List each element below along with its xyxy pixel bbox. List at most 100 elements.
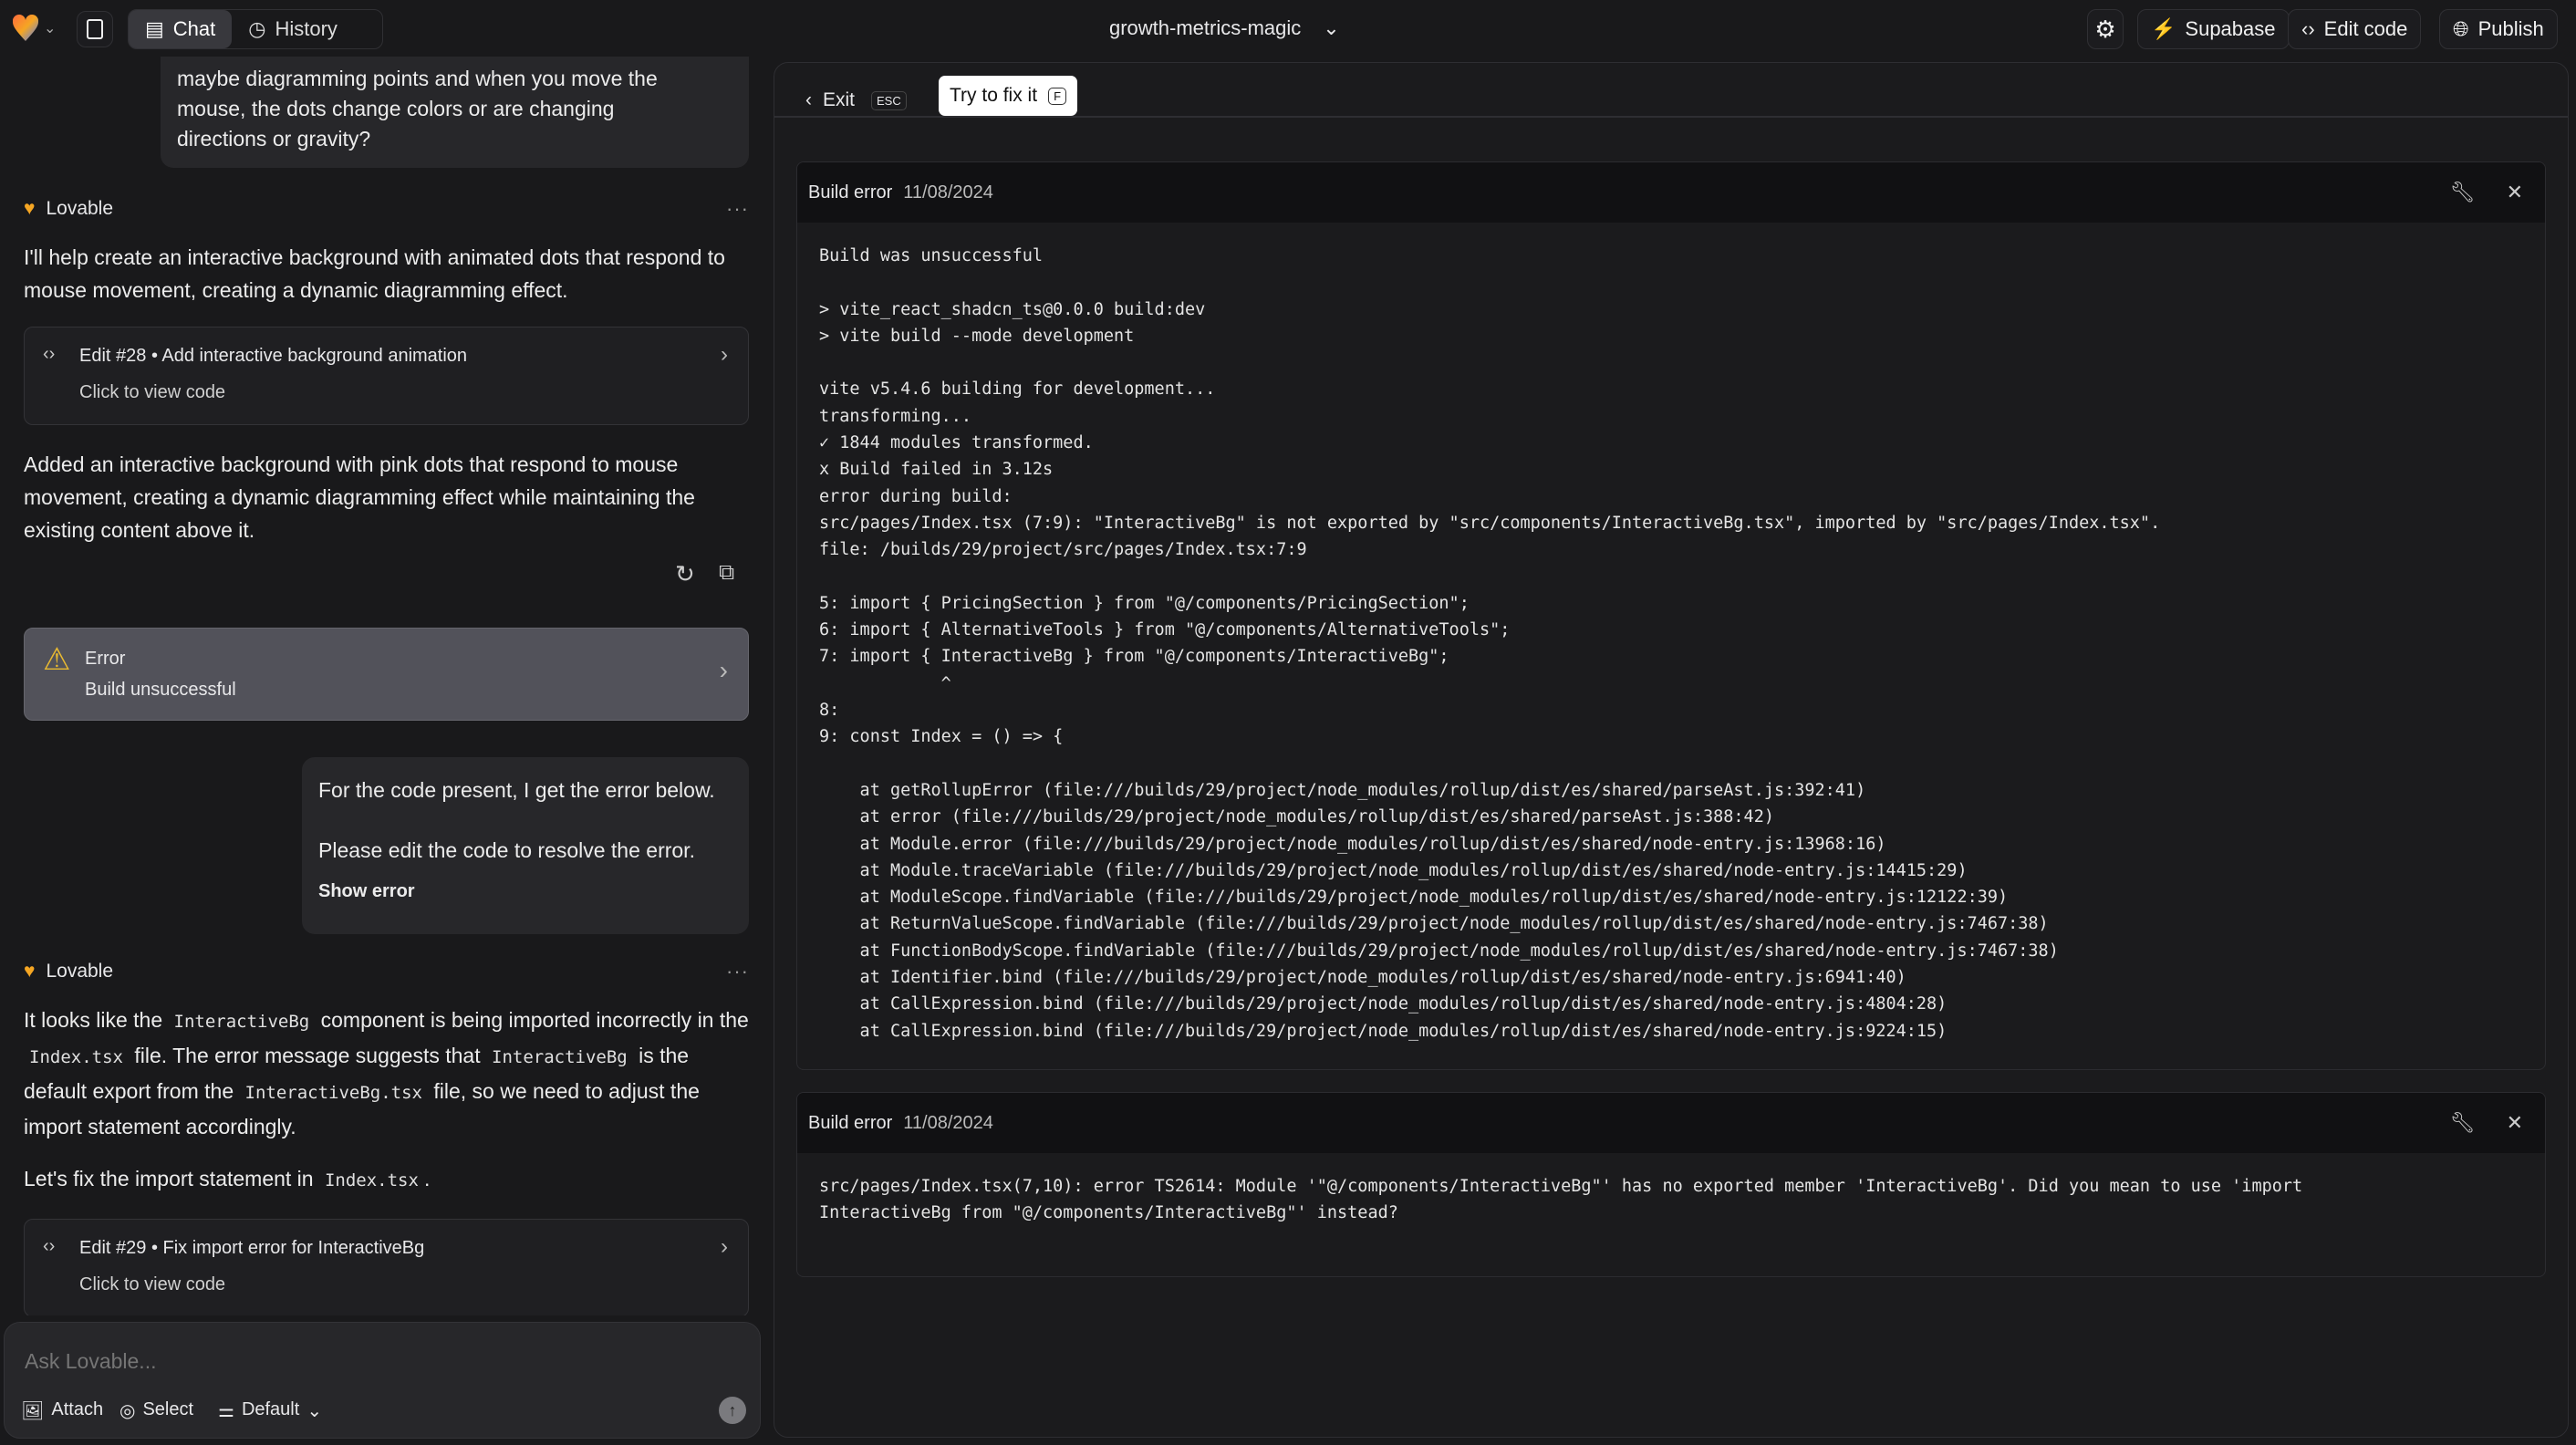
logo-menu[interactable]: ⌄ (13, 15, 56, 42)
chevron-down-icon: ⌄ (44, 21, 57, 36)
button-label: Attach (51, 1399, 104, 1419)
publish-button[interactable]: 🌐︎ Publish (2439, 9, 2558, 49)
exit-button[interactable]: ‹ Exit ESC (805, 81, 907, 120)
wrench-icon[interactable]: 🔧︎ (2450, 1111, 2476, 1135)
attach-button[interactable]: 🖼︎ Attach (21, 1399, 103, 1422)
message-line: directions or gravity? (177, 127, 371, 151)
chat-icon: ▤ (145, 17, 164, 40)
assistant-message: Added an interactive background with pin… (24, 452, 695, 542)
button-label: Exit (823, 89, 856, 110)
log-line: src/pages/Index.tsx(7,10): error TS2614:… (819, 1177, 2303, 1196)
assistant-message: Let's fix the import statement in Index.… (24, 1162, 753, 1197)
text: It looks like the (24, 1008, 163, 1032)
build-error-card: Build error 11/08/2024 🔧︎ ✕ src/pages/Inde… (796, 1092, 2546, 1277)
error-card[interactable]: ⚠ Error Build unsuccessful › (24, 628, 749, 721)
error-title: Error (85, 649, 126, 669)
restore-icon[interactable]: ↻ (675, 560, 695, 588)
log-line: x Build failed in 3.12s (819, 460, 1054, 480)
log-line: 8: (819, 701, 840, 721)
button-label: Edit code (2323, 17, 2408, 40)
user-message: maybe diagramming points and when you mo… (161, 57, 749, 168)
tab-history[interactable]: ◷ History (232, 10, 354, 48)
chat-input-box: 🖼︎ Attach ◎ Select ⚌ Default ⌄ ↑ (4, 1322, 761, 1439)
card-title: Build error (808, 1112, 893, 1133)
globe-icon: 🌐︎ (2453, 17, 2469, 40)
mode-dropdown[interactable]: ⚌ Default ⌄ (218, 1399, 322, 1422)
error-subtitle: Build unsuccessful (85, 680, 236, 700)
error-panel: ‹ Exit ESC Try to fix it F Build error 11/… (774, 62, 2569, 1438)
supabase-button[interactable]: ⚡ Supabase (2137, 9, 2290, 49)
chat-panel: maybe diagramming points and when you mo… (0, 57, 764, 1315)
open-external-icon[interactable]: ⧉ (719, 560, 734, 586)
show-error-link[interactable]: Show error (318, 877, 732, 907)
close-icon[interactable]: ✕ (2507, 1111, 2523, 1135)
button-label: Default (241, 1399, 300, 1419)
inline-code: Index.tsx (324, 1170, 419, 1190)
message-line: For the code present, I get the error be… (318, 778, 715, 802)
select-button[interactable]: ◎ Select (119, 1399, 193, 1422)
gear-icon: ⚙ (2094, 15, 2116, 43)
log-line: ^ (819, 673, 951, 693)
log-line: transforming... (819, 406, 972, 426)
chevron-down-icon: ⌄ (306, 1401, 323, 1421)
log-line: > vite_react_shadcn_ts@0.0.0 build:dev (819, 299, 1206, 319)
log-line: 5: import { PricingSection } from "@/com… (819, 593, 1470, 613)
button-label: Try to fix it (950, 85, 1038, 106)
chat-input[interactable] (25, 1343, 736, 1379)
card-date: 11/08/2024 (903, 182, 993, 203)
close-icon[interactable]: ✕ (2507, 181, 2523, 204)
target-icon: ◎ (119, 1401, 136, 1421)
more-options-icon[interactable]: ··· (726, 197, 749, 221)
card-header: Build error 11/08/2024 🔧︎ ✕ (797, 162, 2545, 223)
code-icon: ‹› (2301, 17, 2315, 40)
inline-code: Index.tsx (29, 1047, 123, 1067)
settings-button[interactable]: ⚙ (2087, 9, 2124, 49)
card-header: Build error 11/08/2024 🔧︎ ✕ (797, 1093, 2545, 1153)
inline-code: InteractiveBg.tsx (244, 1083, 422, 1103)
log-line: at FunctionBodyScope.findVariable (file:… (819, 941, 2059, 961)
lovable-heart-icon: ♥ (24, 198, 36, 219)
log-line: at error (file:///builds/29/project/node… (819, 807, 1774, 827)
assistant-message: It looks like the InteractiveBg componen… (24, 1003, 753, 1144)
project-selector[interactable]: growth-metrics-magic ⌄ (1109, 16, 1340, 40)
view-tabs: ▤ Chat ◷ History (128, 9, 383, 49)
lovable-heart-icon (13, 15, 38, 41)
message-line: mouse, the dots change colors or are cha… (177, 97, 615, 120)
edit-card-28[interactable]: ‹› Edit #28 • Add interactive background… (24, 327, 749, 425)
sidebar-icon (87, 19, 103, 39)
error-log: Build was unsuccessful > vite_react_shadc… (797, 223, 2545, 1065)
divider (774, 116, 2568, 118)
log-line: at ModuleScope.findVariable (file:///bui… (819, 888, 2009, 908)
author-name: Lovable (46, 961, 114, 982)
warning-icon: ⚠ (43, 642, 71, 677)
chevron-right-icon: › (719, 656, 728, 684)
log-line: at ReturnValueScope.findVariable (file:/… (819, 914, 2049, 934)
chevron-down-icon: ⌄ (1323, 16, 1340, 39)
tab-label: Chat (172, 17, 216, 40)
tab-chat[interactable]: ▤ Chat (129, 10, 233, 48)
chevron-left-icon: ‹ (805, 89, 812, 110)
code-icon: ‹› (43, 344, 56, 364)
card-date: 11/08/2024 (903, 1112, 993, 1133)
wrench-icon[interactable]: 🔧︎ (2450, 181, 2476, 204)
more-options-icon[interactable]: ··· (726, 960, 749, 983)
send-button[interactable]: ↑ (719, 1397, 746, 1424)
text: file. The error message suggests that (134, 1044, 481, 1067)
edit-card-29[interactable]: ‹› Edit #29 • Fix import error for Inter… (24, 1219, 749, 1315)
try-to-fix-button[interactable]: Try to fix it F (939, 76, 1078, 116)
edit-code-button[interactable]: ‹› Edit code (2288, 9, 2422, 49)
button-label: Publish (2477, 17, 2544, 40)
project-name: growth-metrics-magic (1109, 16, 1302, 39)
text: Let's fix the import statement in (24, 1167, 314, 1190)
log-line: InteractiveBg from "@/components/Interac… (819, 1203, 1398, 1223)
toggle-sidebar-button[interactable] (77, 11, 113, 47)
log-line: at getRollupError (file:///builds/29/pro… (819, 780, 1866, 800)
log-line: 9: const Index = () => { (819, 727, 1064, 747)
log-line: at Identifier.bind (file:///builds/29/pr… (819, 968, 1906, 988)
assistant-header: ♥ Lovable ··· (24, 197, 749, 221)
button-label: Select (142, 1399, 194, 1419)
card-title: Build error (808, 182, 893, 203)
